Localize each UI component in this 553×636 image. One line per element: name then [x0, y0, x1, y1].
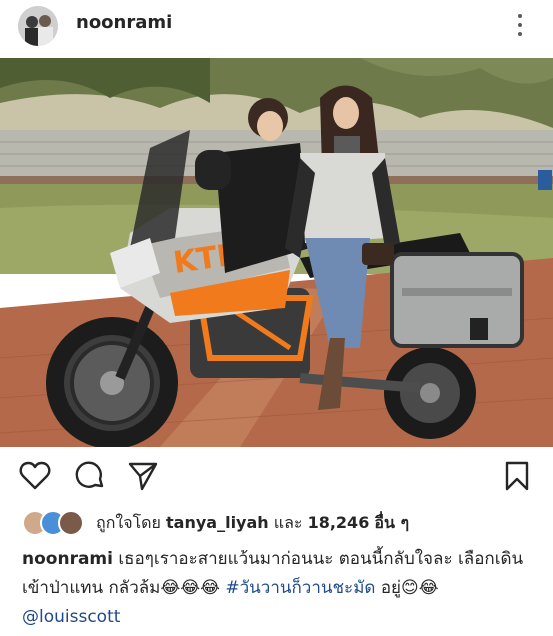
caption-username[interactable]: noonrami [22, 549, 113, 569]
likes-prefix: ถูกใจโดย [96, 512, 161, 532]
post-header: noonrami [0, 0, 553, 50]
action-bar [0, 455, 553, 499]
likes-count[interactable]: 18,246 [308, 513, 370, 532]
liker-avatars [22, 510, 84, 536]
likes-row[interactable]: ถูกใจโดย tanya_liyah และ 18,246 อื่น ๆ [22, 508, 409, 538]
likes-conjunction: และ [273, 512, 303, 532]
more-vertical-icon[interactable] [510, 12, 530, 38]
send-icon[interactable] [126, 459, 160, 493]
likes-suffix[interactable]: อื่น ๆ [374, 513, 409, 532]
hashtag-link[interactable]: #วันวานก็วานชะมัด [225, 578, 375, 598]
post-photo[interactable]: KTM [0, 58, 553, 447]
comment-icon[interactable] [73, 459, 107, 493]
avatar [58, 510, 84, 536]
avatar[interactable] [18, 6, 58, 46]
post-username[interactable]: noonrami [76, 12, 172, 33]
likes-text: ถูกใจโดย tanya_liyah และ 18,246 อื่น ๆ [96, 511, 409, 536]
bookmark-icon[interactable] [500, 459, 534, 493]
caption-text-after-tag: อยู่😊😂 [375, 578, 439, 598]
heart-icon[interactable] [18, 459, 52, 493]
mention-link[interactable]: @louisscott [22, 607, 120, 627]
liked-by-user[interactable]: tanya_liyah [166, 513, 269, 532]
post-caption: noonrami เธอๆเราอะสายแว้นมาก่อนนะ ตอนนี้… [22, 545, 537, 632]
